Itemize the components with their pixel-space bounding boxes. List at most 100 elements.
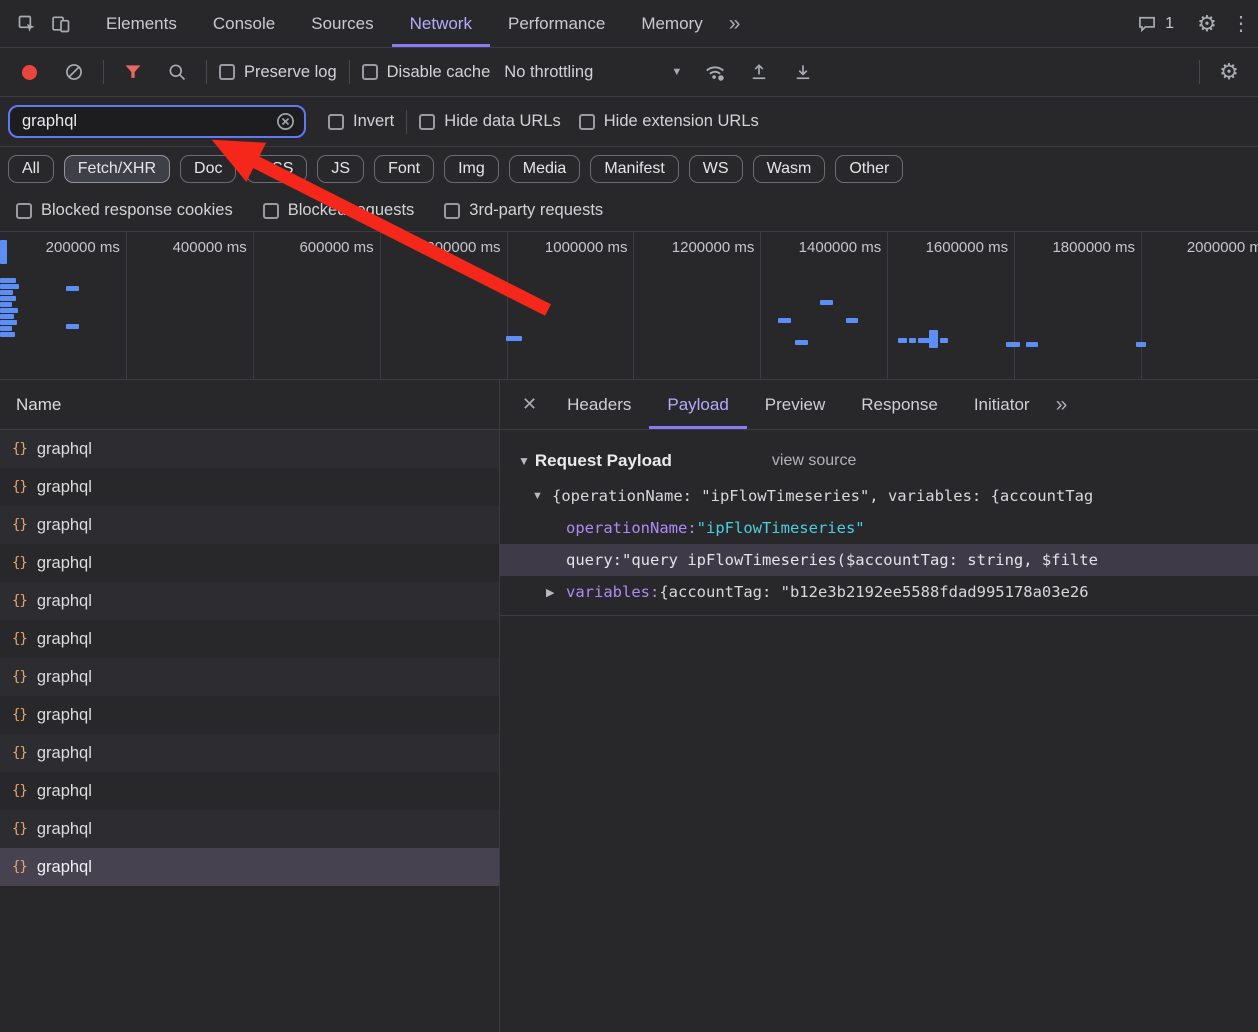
payload-root-row[interactable]: ▼ {operationName: "ipFlowTimeseries", va… xyxy=(500,480,1258,512)
request-row[interactable]: {} graphql xyxy=(0,772,499,810)
device-toolbar-icon[interactable] xyxy=(44,7,78,41)
import-har-icon[interactable] xyxy=(742,55,776,89)
view-source-link[interactable]: view source xyxy=(772,452,856,470)
payload-key: variables: xyxy=(566,583,660,601)
record-network-log-button[interactable] xyxy=(22,64,37,80)
expander-icon[interactable]: ▶ xyxy=(546,586,566,599)
detail-tab-payload[interactable]: Payload xyxy=(649,380,747,429)
hide-extension-urls-label: Hide extension URLs xyxy=(603,112,759,130)
name-column-header[interactable]: Name xyxy=(0,380,499,430)
network-settings-gear-icon[interactable]: ⚙ xyxy=(1212,55,1246,89)
request-row[interactable]: {} graphql xyxy=(0,734,499,772)
detail-tab-preview[interactable]: Preview xyxy=(747,380,843,429)
request-tick xyxy=(0,296,16,301)
filter-chip-js[interactable]: JS xyxy=(317,154,365,183)
request-row[interactable]: {} graphql xyxy=(0,430,499,468)
clear-filter-icon[interactable] xyxy=(273,110,297,134)
payload-tree: operationName: "ipFlowTimeseries" query: … xyxy=(500,512,1258,608)
request-payload-header[interactable]: ▼ Request Payload view source xyxy=(500,442,1258,480)
tab-console[interactable]: Console xyxy=(195,0,293,47)
clear-network-log-icon[interactable] xyxy=(57,55,91,89)
request-detail-panel: ✕ Headers Payload Preview Response Initiator… xyxy=(500,380,1258,1032)
request-name: graphql xyxy=(36,743,92,762)
request-row[interactable]: {} graphql xyxy=(0,848,499,886)
tab-sources[interactable]: Sources xyxy=(293,0,391,47)
preserve-log-label: Preserve log xyxy=(244,62,337,81)
network-overview-timeline[interactable]: 200000 ms 400000 ms 600000 ms 800000 ms 1000… xyxy=(0,232,1258,380)
filter-chip-img[interactable]: Img xyxy=(444,154,499,183)
request-tick xyxy=(0,302,12,307)
settings-gear-icon[interactable]: ⚙ xyxy=(1190,7,1224,41)
request-tick xyxy=(1136,342,1146,347)
request-tick xyxy=(909,338,916,343)
request-tick xyxy=(795,340,808,345)
timeline-label: 1600000 ms xyxy=(925,239,1009,256)
divider xyxy=(500,615,1258,616)
filter-chip-media[interactable]: Media xyxy=(508,154,581,183)
request-row[interactable]: {} graphql xyxy=(0,506,499,544)
checkbox-box xyxy=(262,202,279,219)
request-row[interactable]: {} graphql xyxy=(0,696,499,734)
third-party-requests-checkbox[interactable]: 3rd-party requests xyxy=(444,201,603,220)
inspect-element-icon[interactable] xyxy=(10,7,44,41)
filter-chip-other[interactable]: Other xyxy=(835,154,904,183)
request-list-panel: Name {} graphql {} graphql {} graphql {} graphq… xyxy=(0,380,500,1032)
filter-chip-doc[interactable]: Doc xyxy=(180,154,237,183)
filter-chip-css[interactable]: CSS xyxy=(246,154,308,183)
search-icon[interactable] xyxy=(160,55,194,89)
export-har-icon[interactable] xyxy=(786,55,820,89)
payload-tree-row[interactable]: operationName: "ipFlowTimeseries" xyxy=(500,512,1258,544)
braces-icon: {} xyxy=(12,593,28,609)
preserve-log-checkbox[interactable]: Preserve log xyxy=(219,63,337,82)
request-row[interactable]: {} graphql xyxy=(0,810,499,848)
expander-icon[interactable]: ▼ xyxy=(532,490,552,502)
more-tabs-icon[interactable]: » xyxy=(721,12,749,36)
collapse-caret-icon: ▼ xyxy=(518,454,530,468)
checkbox-box xyxy=(444,202,461,219)
network-conditions-icon[interactable] xyxy=(698,55,732,89)
dropdown-caret-icon: ▼ xyxy=(671,66,683,78)
filter-chip-all[interactable]: All xyxy=(8,154,54,183)
kebab-menu-icon[interactable]: ⋮ xyxy=(1224,7,1258,41)
filter-chip-manifest[interactable]: Manifest xyxy=(590,154,679,183)
hide-data-urls-label: Hide data URLs xyxy=(444,112,561,130)
hide-data-urls-checkbox[interactable]: Hide data URLs xyxy=(419,112,561,131)
issues-button[interactable]: 1 xyxy=(1137,14,1174,34)
tab-performance[interactable]: Performance xyxy=(490,0,623,47)
request-payload-title: Request Payload xyxy=(534,451,672,470)
blocked-requests-checkbox[interactable]: Blocked requests xyxy=(262,201,414,220)
filter-chip-font[interactable]: Font xyxy=(374,154,435,183)
request-row[interactable]: {} graphql xyxy=(0,582,499,620)
filter-funnel-icon[interactable] xyxy=(116,55,150,89)
payload-tree-row[interactable]: query: "query ipFlowTimeseries($accountT… xyxy=(500,544,1258,576)
detail-tab-headers[interactable]: Headers xyxy=(549,380,649,429)
disable-cache-checkbox[interactable]: Disable cache xyxy=(361,63,490,82)
invert-label: Invert xyxy=(353,112,395,130)
checkbox-box xyxy=(419,113,436,130)
tab-network[interactable]: Network xyxy=(391,0,490,47)
filter-chip-wasm[interactable]: Wasm xyxy=(752,154,826,183)
request-row[interactable]: {} graphql xyxy=(0,620,499,658)
hide-extension-urls-checkbox[interactable]: Hide extension URLs xyxy=(578,112,759,131)
more-detail-tabs-icon[interactable]: » xyxy=(1048,393,1076,417)
tab-memory[interactable]: Memory xyxy=(623,0,720,47)
braces-icon: {} xyxy=(12,859,28,875)
invert-checkbox[interactable]: Invert xyxy=(328,112,394,131)
blocked-response-cookies-checkbox[interactable]: Blocked response cookies xyxy=(16,201,233,220)
close-panel-icon[interactable]: ✕ xyxy=(514,394,545,415)
request-tick xyxy=(0,332,15,337)
filter-chip-fetchxhr[interactable]: Fetch/XHR xyxy=(63,154,171,183)
detail-tab-initiator[interactable]: Initiator xyxy=(956,380,1048,429)
request-row[interactable]: {} graphql xyxy=(0,468,499,506)
throttling-select[interactable]: No throttling ▼ xyxy=(504,63,682,82)
tab-elements[interactable]: Elements xyxy=(88,0,195,47)
payload-tree-row[interactable]: ▶ variables: {accountTag: "b12e3b2192ee55… xyxy=(500,576,1258,608)
filter-chip-ws[interactable]: WS xyxy=(688,154,743,183)
request-name: graphql xyxy=(36,515,92,534)
detail-tab-response[interactable]: Response xyxy=(843,380,956,429)
request-tick xyxy=(0,278,16,283)
request-row[interactable]: {} graphql xyxy=(0,544,499,582)
request-row[interactable]: {} graphql xyxy=(0,658,499,696)
timeline-label: 1800000 ms xyxy=(1052,239,1136,256)
filter-input[interactable] xyxy=(22,112,273,131)
